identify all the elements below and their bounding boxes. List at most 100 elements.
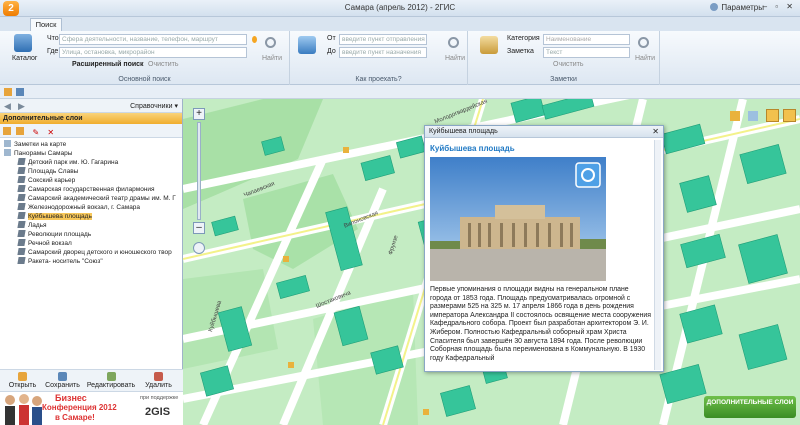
to-input[interactable]: введите пункт назначения bbox=[339, 47, 427, 58]
tree-item-label: Ракета- носитель "Союз" bbox=[28, 258, 103, 265]
zoom-in-button[interactable]: + bbox=[193, 108, 205, 120]
note-label: Заметка bbox=[507, 48, 534, 55]
tree-item[interactable]: Революции площадь bbox=[0, 230, 183, 239]
from-input[interactable]: введите пункт отправления bbox=[339, 34, 427, 45]
panel-actions: Открыть Сохранить Редактировать Удалить bbox=[0, 369, 183, 391]
save-button[interactable]: Сохранить bbox=[40, 370, 85, 389]
ad-banner[interactable]: Бизнес Конференция 2012 в Самаре! при по… bbox=[0, 391, 183, 425]
back-arrow-icon[interactable]: ◀ bbox=[4, 101, 11, 112]
popup-scrollbar[interactable] bbox=[654, 140, 661, 370]
route-group: От введите пункт отправления До введите … bbox=[290, 31, 468, 85]
forward-arrow-icon[interactable]: ▶ bbox=[18, 101, 25, 112]
window-controls[interactable]: – ▫ ✕ bbox=[763, 2, 796, 11]
pin-icon[interactable]: ✎ bbox=[32, 128, 39, 137]
ruler-icon[interactable] bbox=[730, 111, 740, 121]
layers-tool-icon[interactable] bbox=[783, 109, 796, 122]
tool-icon[interactable] bbox=[748, 111, 758, 121]
route-search-icon[interactable] bbox=[448, 37, 459, 48]
folder-icon[interactable] bbox=[3, 127, 11, 135]
panorama-icon bbox=[17, 167, 26, 174]
route-icon[interactable] bbox=[298, 36, 316, 54]
edit-label: Редактировать bbox=[86, 382, 136, 389]
panel-nav: ◀ ▶ Справочники ▾ bbox=[0, 99, 182, 113]
print-icon[interactable] bbox=[16, 88, 24, 96]
tree-item-label: Куйбышева площадь bbox=[28, 213, 92, 220]
title-bar: 2 Самара (апрель 2012) - 2ГИС Параметры … bbox=[0, 0, 800, 17]
close-icon[interactable]: ✕ bbox=[652, 127, 659, 136]
tree-item[interactable]: Ладья bbox=[0, 221, 183, 230]
tab-search[interactable]: Поиск bbox=[30, 18, 62, 31]
layers-icon[interactable] bbox=[4, 88, 12, 96]
catalog-icon[interactable] bbox=[14, 34, 32, 52]
tree-item[interactable]: Панорамы Самары bbox=[0, 149, 183, 158]
notes-search-icon[interactable] bbox=[638, 37, 649, 48]
note-input[interactable]: Текст bbox=[543, 47, 630, 58]
tree-item-label: Самарский академический театр драмы им. … bbox=[28, 195, 176, 202]
tree-item[interactable]: Детский парк им. Ю. Гагарина bbox=[0, 158, 183, 167]
what-input[interactable]: Сфера деятельности, название, телефон, м… bbox=[59, 34, 247, 45]
clear-button[interactable]: Очистить bbox=[148, 61, 178, 68]
notes-clear-button[interactable]: Очистить bbox=[553, 61, 583, 68]
tree-item[interactable]: Площадь Славы bbox=[0, 167, 183, 176]
quick-access-bar bbox=[0, 85, 800, 99]
magnifier-icon[interactable] bbox=[193, 242, 205, 254]
save-icon bbox=[58, 372, 67, 381]
tree-item[interactable]: Заметки на карте bbox=[0, 140, 183, 149]
zoom-control[interactable]: + – bbox=[193, 108, 207, 260]
settings-button[interactable]: Параметры bbox=[710, 3, 764, 12]
panorama-icon bbox=[17, 221, 26, 228]
panorama-photo[interactable] bbox=[430, 157, 606, 281]
clipboard-icon[interactable] bbox=[480, 36, 498, 54]
tree-item[interactable]: Куйбышева площадь bbox=[0, 212, 183, 221]
layers-tree: Заметки на карте Панорамы Самары Детский п… bbox=[0, 140, 183, 368]
panorama-icon bbox=[17, 257, 26, 264]
panorama-icon[interactable] bbox=[766, 109, 779, 122]
tree-item-label: Детский парк им. Ю. Гагарина bbox=[28, 159, 119, 166]
zoom-slider[interactable] bbox=[197, 122, 201, 220]
zoom-out-button[interactable]: – bbox=[193, 222, 205, 234]
panorama-icon bbox=[17, 248, 26, 255]
ad-brand-logo: 2GIS bbox=[145, 406, 171, 418]
save-label: Сохранить bbox=[45, 382, 80, 389]
additional-layers-label: ДОПОЛНИТЕЛЬНЫЕ СЛОИ bbox=[706, 399, 794, 406]
tree-item[interactable]: Речной вокзал bbox=[0, 239, 183, 248]
tree-item[interactable]: Самарский дворец детского и юношеского т… bbox=[0, 248, 183, 257]
panorama-icon bbox=[17, 185, 26, 192]
tree-item[interactable]: Самарская государственная филармония bbox=[0, 185, 183, 194]
search-icon[interactable] bbox=[265, 37, 276, 48]
edit-button[interactable]: Редактировать bbox=[86, 370, 136, 389]
open-button[interactable]: Открыть bbox=[0, 370, 45, 389]
category-select[interactable]: Наименование bbox=[543, 34, 630, 45]
tree-item[interactable]: Самарский академический театр драмы им. … bbox=[0, 194, 183, 203]
open-folder-icon[interactable] bbox=[16, 127, 25, 135]
delete-icon[interactable]: ✕ bbox=[47, 128, 54, 137]
delete-label: Удалить bbox=[145, 382, 172, 389]
tree-item-label: Ладья bbox=[28, 222, 47, 229]
tree-item[interactable]: Железнодорожный вокзал, г. Самара bbox=[0, 203, 183, 212]
delete-button[interactable]: Удалить bbox=[136, 370, 181, 389]
square-photo bbox=[430, 157, 606, 281]
directories-menu[interactable]: Справочники ▾ bbox=[130, 102, 178, 110]
panorama-icon bbox=[17, 176, 26, 183]
route-find-button[interactable]: Найти bbox=[445, 55, 465, 62]
popup-heading[interactable]: Куйбышева площадь bbox=[430, 144, 515, 153]
location-pin-icon[interactable] bbox=[252, 36, 257, 43]
edit-icon bbox=[106, 372, 116, 381]
notes-find-button[interactable]: Найти bbox=[635, 55, 655, 62]
panorama-icon bbox=[17, 194, 26, 201]
tree-item[interactable]: Сокский карьер bbox=[0, 176, 183, 185]
open-label: Открыть bbox=[8, 382, 37, 389]
where-input[interactable]: Улица, остановка, микрорайон bbox=[59, 47, 247, 58]
to-label: До bbox=[327, 48, 336, 55]
advanced-search-button[interactable]: Расширенный поиск bbox=[72, 61, 144, 68]
route-group-label: Как проехать? bbox=[355, 76, 402, 83]
open-icon bbox=[18, 372, 27, 381]
catalog-label[interactable]: Каталог bbox=[12, 55, 37, 62]
tree-item[interactable]: Ракета- носитель "Союз" bbox=[0, 257, 183, 266]
tree-item-label: Панорамы Самары bbox=[14, 150, 73, 157]
notes-group-label: Заметки bbox=[550, 76, 577, 83]
additional-layers-button[interactable]: ДОПОЛНИТЕЛЬНЫЕ СЛОИ bbox=[704, 396, 796, 418]
find-button[interactable]: Найти bbox=[262, 55, 282, 62]
ad-line3: в Самаре! bbox=[55, 413, 95, 422]
ad-line2: Конференция 2012 bbox=[42, 403, 117, 412]
